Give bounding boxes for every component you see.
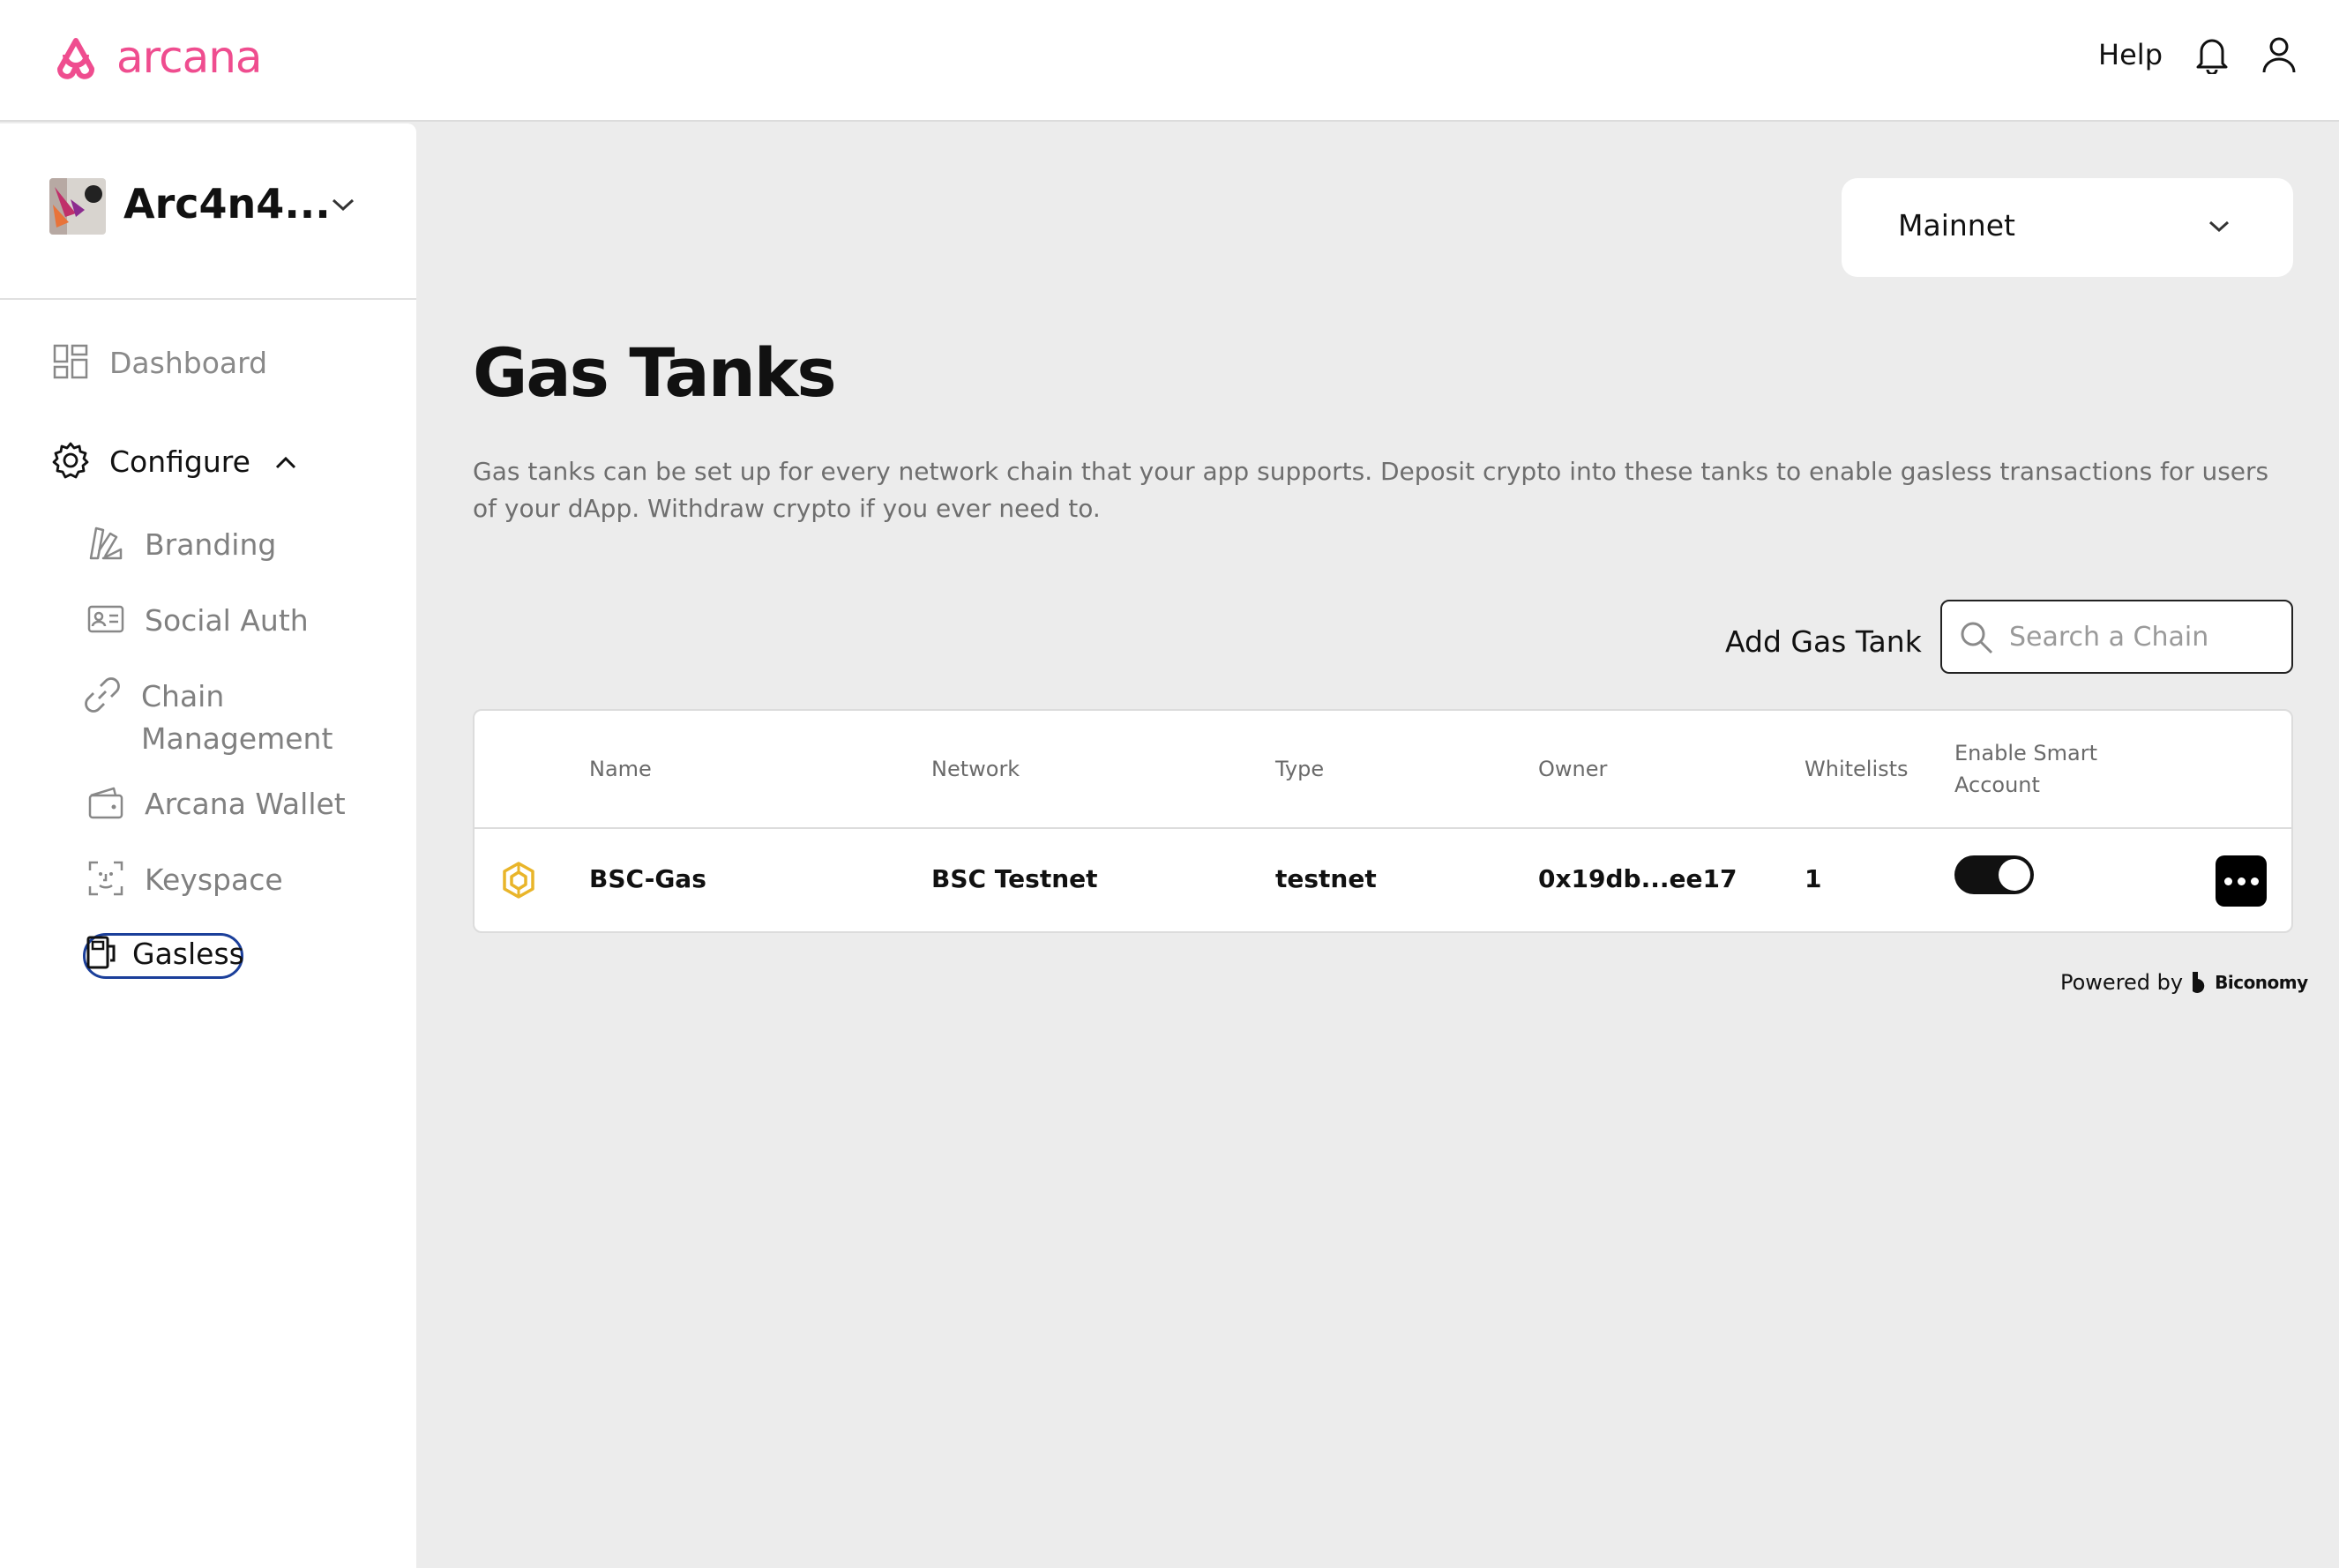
- more-icon-dot: [2237, 877, 2246, 885]
- chevron-down-icon: [2208, 220, 2230, 233]
- powered-by-label: Powered by: [2060, 970, 2184, 995]
- table-row[interactable]: BSC-Gas BSC Testnet testnet 0x19db...ee1…: [475, 829, 2291, 933]
- sidebar-item-social-auth[interactable]: Social Auth: [86, 600, 309, 642]
- cell-network: BSC Testnet: [931, 864, 1098, 893]
- app-name: Arc4n4...: [123, 180, 331, 228]
- table-header: Name Network Type Owner Whitelists Enabl…: [475, 711, 2291, 829]
- sidebar: Arc4n4... Dashboard Configure Branding S…: [0, 123, 416, 1568]
- search-input[interactable]: [2009, 616, 2274, 658]
- sidebar-item-label: Keyspace: [145, 862, 283, 897]
- more-options-button[interactable]: [2216, 855, 2267, 907]
- bell-icon[interactable]: [2194, 35, 2230, 74]
- biconomy-logo-icon: [2193, 972, 2205, 993]
- gas-tanks-table: Name Network Type Owner Whitelists Enabl…: [473, 709, 2293, 933]
- cell-name: BSC-Gas: [589, 864, 706, 893]
- biconomy-brand: Biconomy: [2215, 972, 2308, 993]
- network-select-value: Mainnet: [1898, 208, 2015, 243]
- link-icon: [83, 676, 122, 714]
- powered-by: Powered by Biconomy: [2060, 970, 2308, 995]
- sidebar-item-label: Arcana Wallet: [145, 787, 346, 821]
- column-header-whitelists: Whitelists: [1805, 757, 1909, 781]
- id-card-icon: [86, 600, 125, 638]
- column-header-name: Name: [589, 757, 652, 781]
- sidebar-item-chain-management[interactable]: Chain Management: [83, 676, 347, 760]
- sidebar-item-label: Branding: [145, 527, 277, 562]
- sidebar-item-keyspace[interactable]: Keyspace: [86, 859, 283, 901]
- wallet-icon: [86, 783, 125, 822]
- arcana-logo-icon: [57, 38, 94, 79]
- sidebar-item-branding[interactable]: Branding: [86, 524, 276, 566]
- cell-owner: 0x19db...ee17: [1538, 864, 1737, 893]
- column-header-owner: Owner: [1538, 757, 1608, 781]
- toggle-knob: [1999, 859, 2030, 891]
- more-icon-dot: [2250, 877, 2259, 885]
- sidebar-item-label: Gasless: [132, 937, 244, 971]
- page-description: Gas tanks can be set up for every networ…: [473, 457, 2269, 523]
- user-icon[interactable]: [2261, 35, 2297, 74]
- app-avatar: [49, 178, 106, 235]
- sidebar-item-label: Dashboard: [109, 346, 268, 380]
- enable-smart-account-toggle[interactable]: [1954, 855, 2034, 894]
- network-select[interactable]: Mainnet: [1842, 178, 2293, 277]
- search-box: [1940, 600, 2293, 674]
- help-link[interactable]: Help: [2098, 38, 2163, 71]
- sidebar-item-arcana-wallet[interactable]: Arcana Wallet: [86, 783, 346, 825]
- column-header-network: Network: [931, 757, 1020, 781]
- gas-pump-icon: [85, 933, 120, 972]
- branding-icon: [86, 524, 125, 563]
- column-header-type: Type: [1275, 757, 1325, 781]
- sidebar-item-label: Social Auth: [145, 603, 309, 638]
- sidebar-item-gasless[interactable]: Gasless: [85, 933, 244, 975]
- arcana-logo[interactable]: arcana: [48, 32, 263, 83]
- app-switcher[interactable]: Arc4n4...: [0, 123, 416, 300]
- sidebar-item-label: Chain Management: [141, 679, 333, 756]
- brand-name: arcana: [116, 32, 263, 83]
- sidebar-item-dashboard[interactable]: Dashboard: [51, 342, 267, 385]
- top-bar: arcana Help: [0, 0, 2339, 122]
- cell-type: testnet: [1275, 864, 1377, 893]
- add-gas-tank-button[interactable]: Add Gas Tank: [1725, 624, 1922, 659]
- face-scan-icon: [86, 859, 125, 898]
- column-header-enable-smart-account: Enable Smart Account: [1954, 741, 2097, 797]
- chevron-down-icon[interactable]: [330, 194, 356, 215]
- sidebar-item-label: Configure: [109, 444, 250, 479]
- bnb-icon: [503, 862, 534, 899]
- search-icon: [1961, 622, 1993, 654]
- sidebar-item-configure[interactable]: Configure: [51, 441, 298, 483]
- gear-icon: [51, 441, 90, 480]
- chevron-up-icon[interactable]: [273, 441, 298, 483]
- cell-whitelists: 1: [1805, 864, 1822, 893]
- page-title: Gas Tanks: [473, 333, 837, 412]
- dashboard-icon: [51, 342, 90, 381]
- more-icon: [2223, 877, 2232, 885]
